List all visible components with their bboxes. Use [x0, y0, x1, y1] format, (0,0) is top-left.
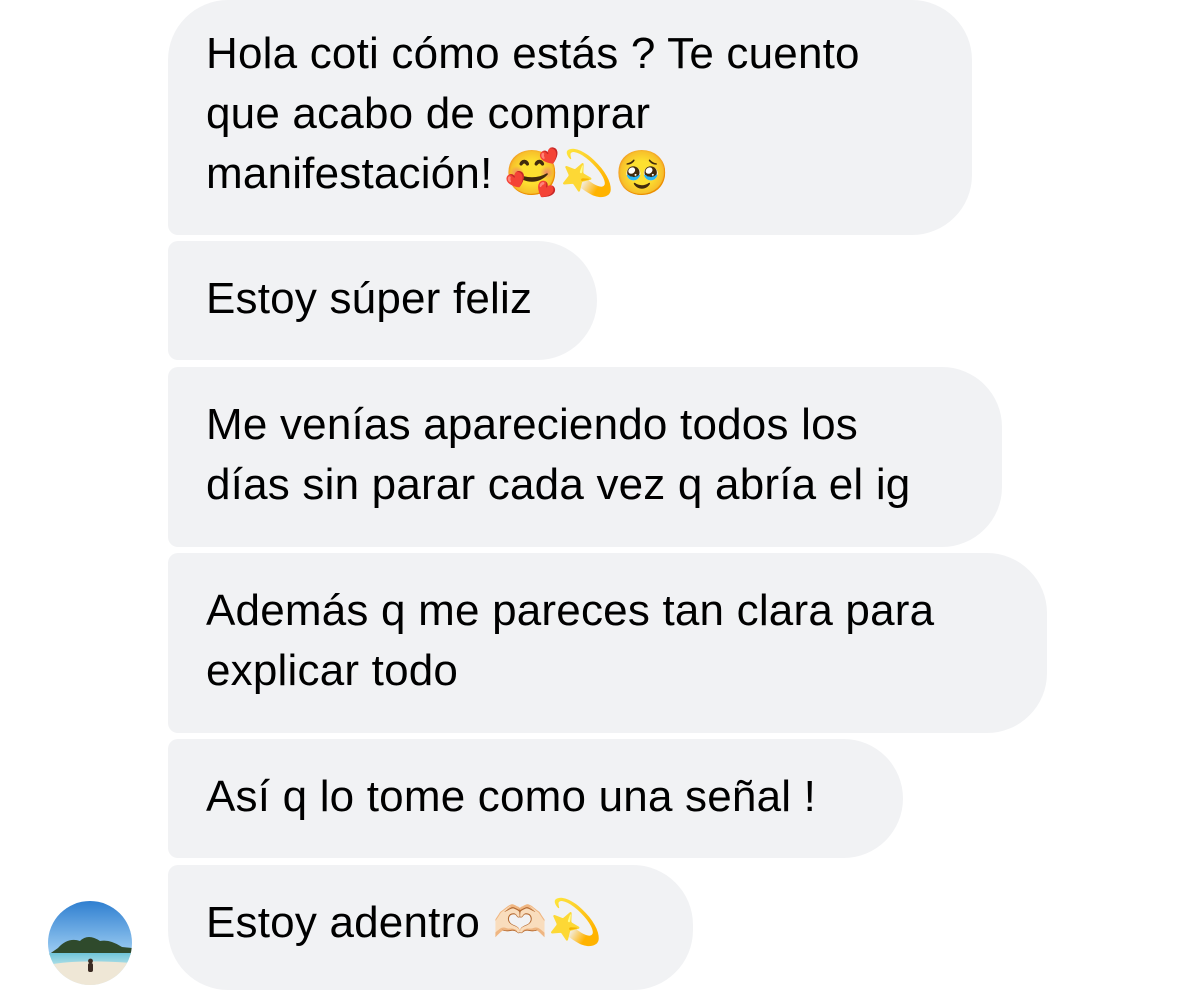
message-bubble[interactable]: Así q lo tome como una señal !: [168, 739, 903, 858]
message-bubble[interactable]: Estoy súper feliz: [168, 241, 597, 360]
message-bubble[interactable]: Me venías apareciendo todos los días sin…: [168, 367, 1002, 547]
message-bubble[interactable]: Estoy adentro 🫶🏻💫: [168, 865, 693, 990]
message-bubble[interactable]: Hola coti cómo estás ? Te cuento que aca…: [168, 0, 972, 235]
sender-avatar[interactable]: [48, 901, 132, 985]
beach-photo-avatar-icon: [48, 901, 132, 985]
message-thread: Hola coti cómo estás ? Te cuento que aca…: [0, 0, 1179, 1008]
message-bubble[interactable]: Además q me pareces tan clara para expli…: [168, 553, 1047, 733]
